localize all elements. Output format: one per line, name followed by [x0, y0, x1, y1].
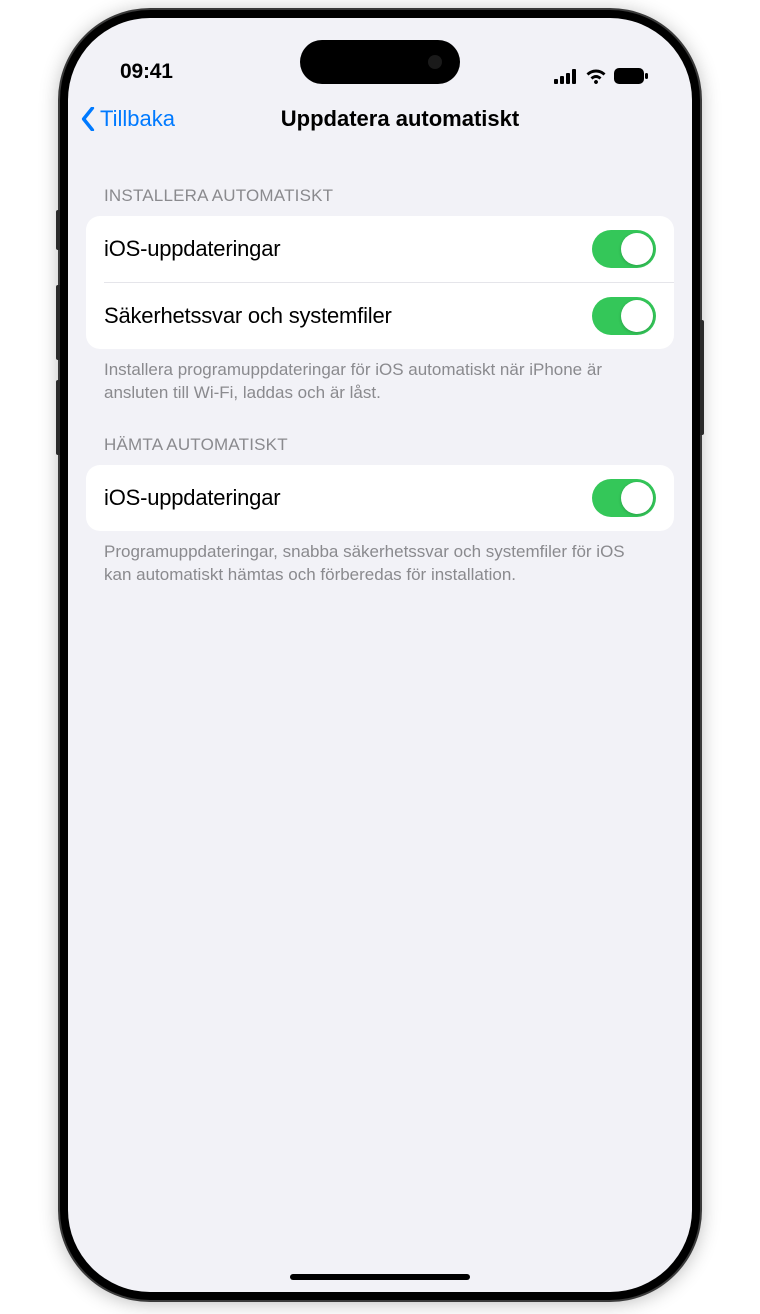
side-button: [56, 210, 60, 250]
row-ios-updates-download: iOS-uppdateringar: [86, 465, 674, 531]
row-ios-updates-install: iOS-uppdateringar: [86, 216, 674, 282]
wifi-icon: [585, 68, 607, 84]
back-button[interactable]: Tillbaka: [80, 106, 175, 132]
section-footer-install: Installera programuppdateringar för iOS …: [86, 349, 674, 405]
home-indicator[interactable]: [290, 1274, 470, 1280]
section-header-install: INSTALLERA AUTOMATISKT: [86, 148, 674, 216]
screen: 09:41: [68, 18, 692, 1292]
cellular-icon: [554, 69, 578, 84]
chevron-left-icon: [80, 107, 96, 131]
section-header-download: HÄMTA AUTOMATISKT: [86, 405, 674, 465]
row-security-responses: Säkerhetssvar och systemfiler: [104, 282, 674, 349]
section-footer-download: Programuppdateringar, snabba säkerhetssv…: [86, 531, 674, 587]
volume-up-button: [56, 285, 60, 360]
toggle-security-responses[interactable]: [592, 297, 656, 335]
list-group-install: iOS-uppdateringar Säkerhetssvar och syst…: [86, 216, 674, 349]
settings-content: INSTALLERA AUTOMATISKT iOS-uppdateringar…: [68, 148, 692, 587]
toggle-ios-updates-install[interactable]: [592, 230, 656, 268]
status-icons: [554, 68, 648, 84]
row-label: Säkerhetssvar och systemfiler: [104, 303, 392, 329]
power-button: [700, 320, 704, 435]
navigation-bar: Tillbaka Uppdatera automatiskt: [68, 90, 692, 148]
volume-down-button: [56, 380, 60, 455]
list-group-download: iOS-uppdateringar: [86, 465, 674, 531]
battery-icon: [614, 68, 648, 84]
row-label: iOS-uppdateringar: [104, 485, 280, 511]
dynamic-island: [300, 40, 460, 84]
status-time: 09:41: [120, 60, 173, 84]
toggle-ios-updates-download[interactable]: [592, 479, 656, 517]
phone-frame: 09:41: [60, 10, 700, 1300]
row-label: iOS-uppdateringar: [104, 236, 280, 262]
back-label: Tillbaka: [100, 106, 175, 132]
